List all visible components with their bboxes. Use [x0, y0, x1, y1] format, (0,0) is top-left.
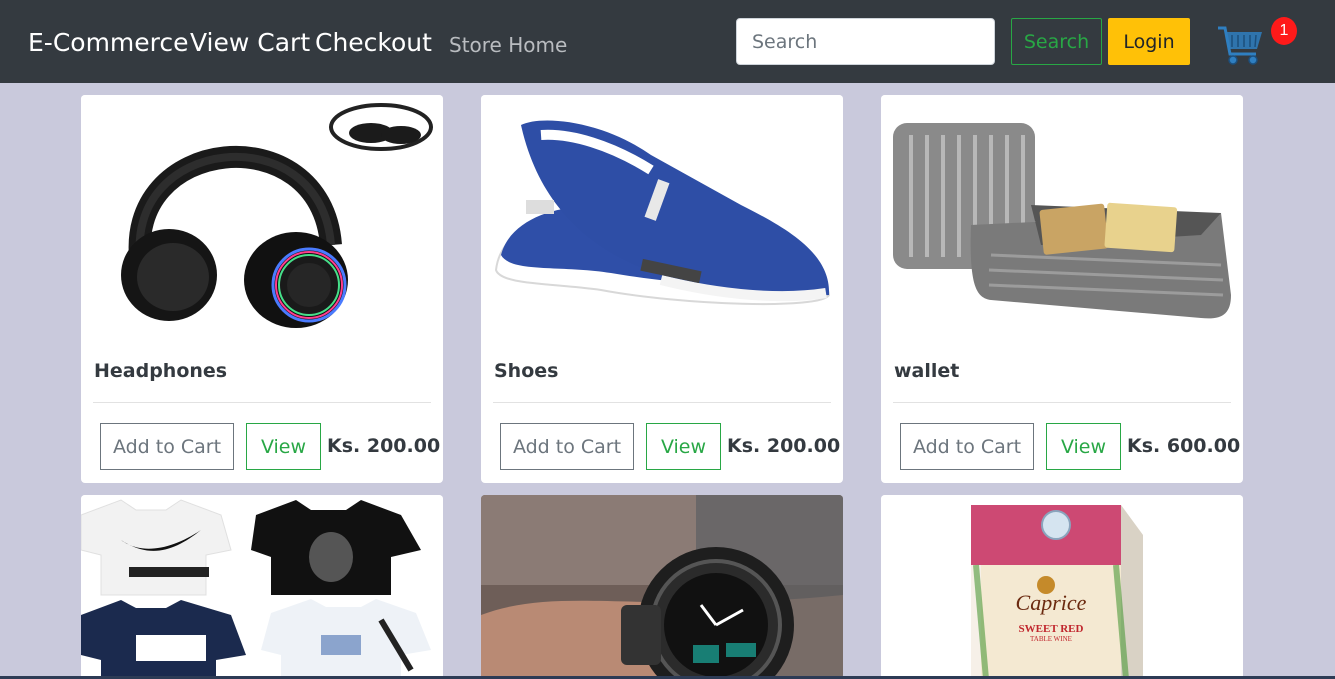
product-price: Ks. 600.00: [1127, 435, 1241, 457]
product-title: Headphones: [94, 360, 228, 382]
cart-icon[interactable]: [1216, 18, 1266, 68]
navbar: E-Commerce View Cart Checkout Store Home…: [0, 0, 1335, 83]
product-card-tshirts: [81, 495, 443, 679]
view-cart-link[interactable]: View Cart: [190, 28, 310, 58]
card-divider: [493, 402, 831, 403]
add-to-cart-button[interactable]: Add to Cart: [900, 423, 1034, 470]
product-title: Shoes: [494, 360, 559, 382]
wine-box-image[interactable]: Caprice SWEET RED TABLE WINE: [881, 495, 1243, 679]
product-card-headphones: Headphones Add to Cart View Ks. 200.00: [81, 95, 443, 483]
product-title: wallet: [894, 360, 960, 382]
watch-image[interactable]: [481, 495, 843, 679]
wine-brand-text: Caprice: [1015, 590, 1087, 615]
product-card-shoes: Shoes Add to Cart View Ks. 200.00: [481, 95, 843, 483]
tshirts-image[interactable]: [81, 495, 443, 679]
product-card-wine: Caprice SWEET RED TABLE WINE: [881, 495, 1243, 679]
product-price: Ks. 200.00: [727, 435, 841, 457]
product-price: Ks. 200.00: [327, 435, 441, 457]
add-to-cart-button[interactable]: Add to Cart: [100, 423, 234, 470]
checkout-link[interactable]: Checkout: [315, 28, 432, 58]
card-divider: [893, 402, 1231, 403]
search-input[interactable]: [736, 18, 995, 65]
product-card-watch: [481, 495, 843, 679]
wallet-image[interactable]: [881, 95, 1243, 335]
view-button[interactable]: View: [246, 423, 321, 470]
wine-line2-text: TABLE WINE: [1030, 635, 1072, 643]
view-button[interactable]: View: [646, 423, 721, 470]
wine-line1-text: SWEET RED: [1018, 623, 1084, 635]
card-divider: [93, 402, 431, 403]
shoes-image[interactable]: [481, 95, 843, 335]
product-card-wallet: wallet Add to Cart View Ks. 600.00: [881, 95, 1243, 483]
store-home-link[interactable]: Store Home: [449, 30, 567, 60]
cart-count-badge: 1: [1271, 17, 1297, 45]
view-button[interactable]: View: [1046, 423, 1121, 470]
search-button[interactable]: Search: [1011, 18, 1102, 65]
login-button[interactable]: Login: [1108, 18, 1190, 65]
headphones-image[interactable]: [81, 95, 443, 335]
add-to-cart-button[interactable]: Add to Cart: [500, 423, 634, 470]
brand-link[interactable]: E-Commerce: [28, 28, 189, 58]
